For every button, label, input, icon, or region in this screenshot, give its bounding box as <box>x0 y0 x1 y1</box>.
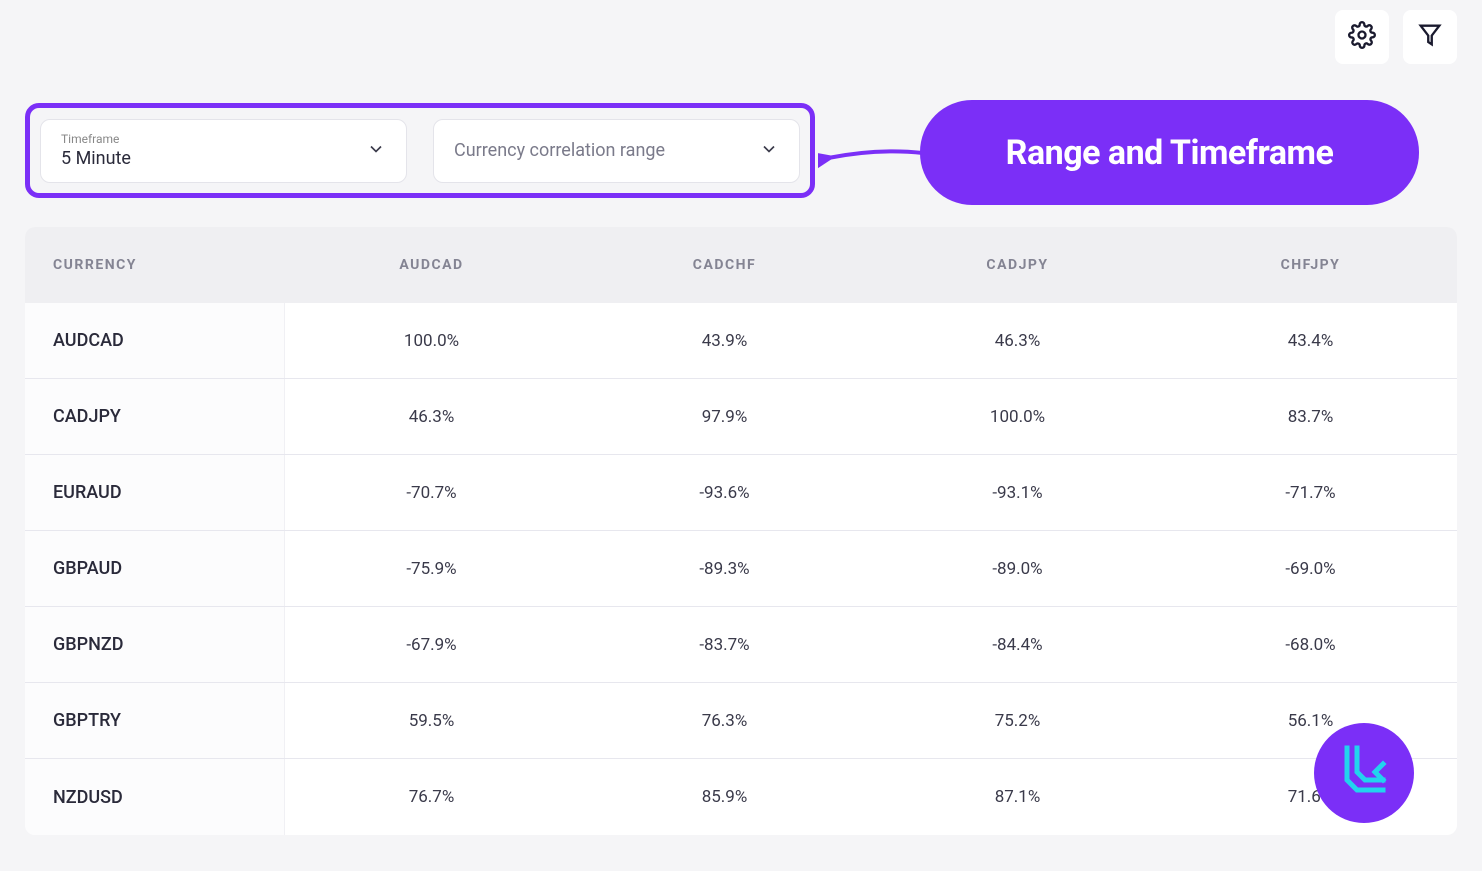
correlation-placeholder: Currency correlation range <box>454 140 665 161</box>
table-row: GBPAUD -75.9% -89.3% -89.0% -69.0% <box>25 531 1457 607</box>
gear-icon <box>1348 21 1376 53</box>
brand-logo-button[interactable] <box>1314 723 1414 823</box>
callout-text: Range and Timeframe <box>1006 133 1334 173</box>
cell-value: 100.0% <box>871 407 1164 427</box>
timeframe-dropdown[interactable]: Timeframe 5 Minute <box>40 119 407 183</box>
row-currency: AUDCAD <box>25 303 285 378</box>
cell-value: -70.7% <box>285 483 578 503</box>
correlation-range-dropdown[interactable]: Currency correlation range <box>433 119 800 183</box>
table-row: CADJPY 46.3% 97.9% 100.0% 83.7% <box>25 379 1457 455</box>
cell-value: -93.1% <box>871 483 1164 503</box>
filter-button[interactable] <box>1403 10 1457 64</box>
table-row: GBPNZD -67.9% -83.7% -84.4% -68.0% <box>25 607 1457 683</box>
table-row: AUDCAD 100.0% 43.9% 46.3% 43.4% <box>25 303 1457 379</box>
cell-value: 76.7% <box>285 787 578 807</box>
row-currency: EURAUD <box>25 455 285 530</box>
cell-value: 71.6% <box>1164 787 1457 807</box>
table-row: NZDUSD 76.7% 85.9% 87.1% 71.6% <box>25 759 1457 835</box>
cell-value: 46.3% <box>285 407 578 427</box>
header-col: AUDCAD <box>285 257 578 273</box>
cell-value: 75.2% <box>871 711 1164 731</box>
cell-value: -71.7% <box>1164 483 1457 503</box>
header-currency: CURRENCY <box>25 257 285 273</box>
table-row: GBPTRY 59.5% 76.3% 75.2% 56.1% <box>25 683 1457 759</box>
cell-value: 100.0% <box>285 331 578 351</box>
cell-value: -89.0% <box>871 559 1164 579</box>
brand-logo-icon <box>1335 742 1393 804</box>
cell-value: 43.9% <box>578 331 871 351</box>
row-currency: NZDUSD <box>25 759 285 835</box>
table-header-row: CURRENCY AUDCAD CADCHF CADJPY CHFJPY <box>25 227 1457 303</box>
callout-bubble: Range and Timeframe <box>920 100 1419 205</box>
correlation-table: CURRENCY AUDCAD CADCHF CADJPY CHFJPY AUD… <box>25 227 1457 835</box>
cell-value: -93.6% <box>578 483 871 503</box>
chevron-down-icon <box>366 139 386 163</box>
timeframe-label: Timeframe <box>61 132 119 146</box>
cell-value: 56.1% <box>1164 711 1457 731</box>
row-currency: GBPAUD <box>25 531 285 606</box>
controls-highlight: Timeframe 5 Minute Currency correlation … <box>25 103 815 198</box>
cell-value: -67.9% <box>285 635 578 655</box>
cell-value: -69.0% <box>1164 559 1457 579</box>
cell-value: 87.1% <box>871 787 1164 807</box>
row-currency: GBPNZD <box>25 607 285 682</box>
chevron-down-icon <box>759 139 779 163</box>
callout-arrow <box>818 138 928 178</box>
cell-value: -68.0% <box>1164 635 1457 655</box>
cell-value: -75.9% <box>285 559 578 579</box>
cell-value: -83.7% <box>578 635 871 655</box>
cell-value: -84.4% <box>871 635 1164 655</box>
table-row: EURAUD -70.7% -93.6% -93.1% -71.7% <box>25 455 1457 531</box>
cell-value: 97.9% <box>578 407 871 427</box>
cell-value: 83.7% <box>1164 407 1457 427</box>
cell-value: 59.5% <box>285 711 578 731</box>
cell-value: 43.4% <box>1164 331 1457 351</box>
cell-value: 85.9% <box>578 787 871 807</box>
cell-value: 46.3% <box>871 331 1164 351</box>
header-col: CADCHF <box>578 257 871 273</box>
settings-button[interactable] <box>1335 10 1389 64</box>
filter-icon <box>1416 21 1444 53</box>
cell-value: -89.3% <box>578 559 871 579</box>
header-col: CADJPY <box>871 257 1164 273</box>
cell-value: 76.3% <box>578 711 871 731</box>
timeframe-value: 5 Minute <box>61 148 131 169</box>
row-currency: GBPTRY <box>25 683 285 758</box>
row-currency: CADJPY <box>25 379 285 454</box>
header-col: CHFJPY <box>1164 257 1457 273</box>
